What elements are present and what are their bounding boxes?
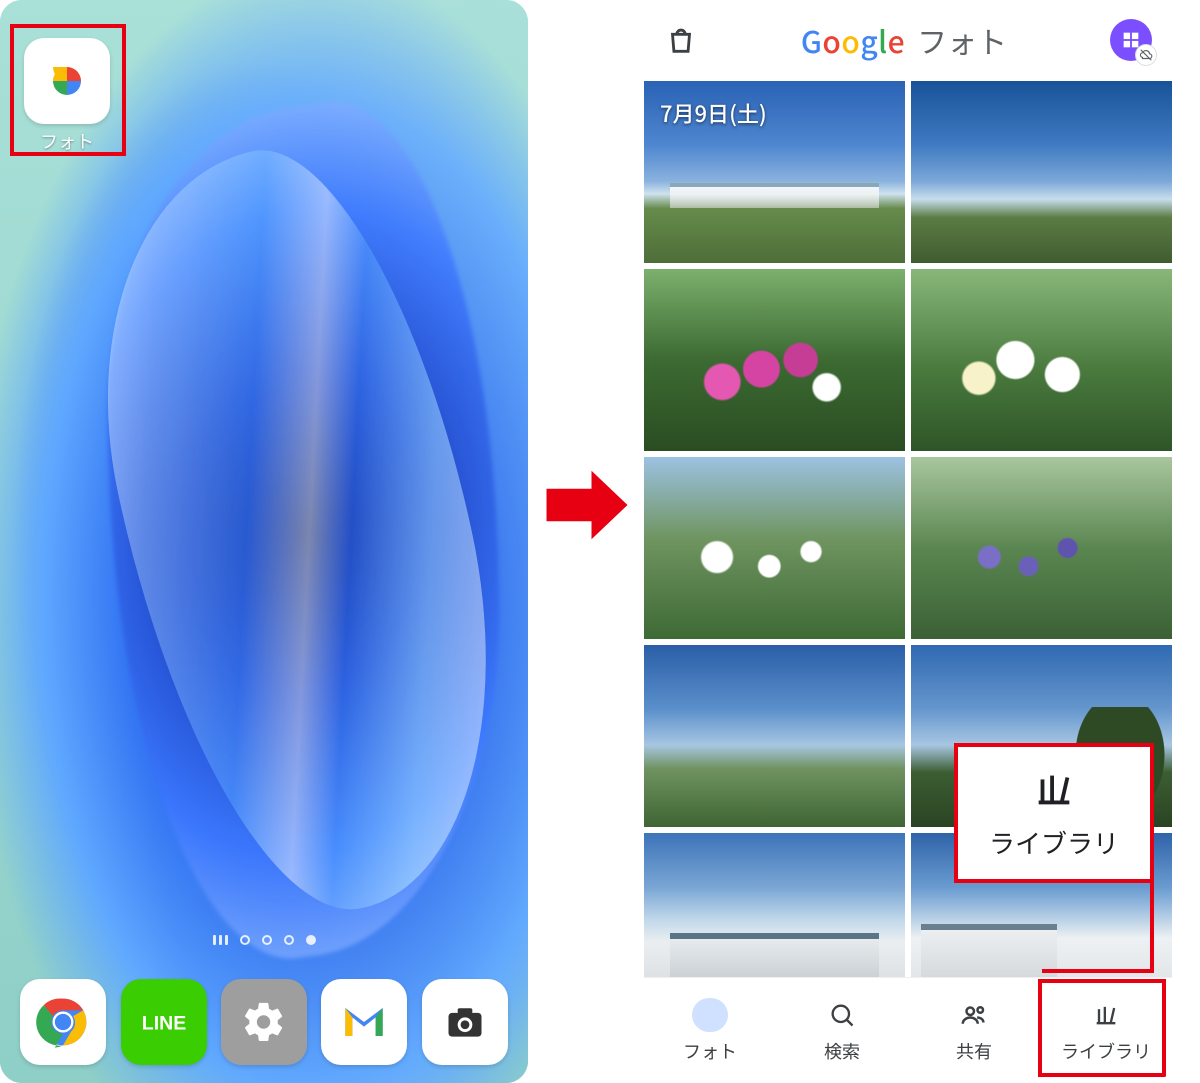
gear-icon <box>241 999 287 1045</box>
chrome-icon <box>35 994 91 1050</box>
library-icon <box>1031 766 1077 812</box>
library-callout-label: ライブラリ <box>989 824 1119 861</box>
people-icon <box>957 998 991 1032</box>
photo-thumbnail[interactable] <box>644 457 905 639</box>
print-store-icon[interactable] <box>664 23 698 57</box>
backup-off-badge-icon <box>1136 45 1156 65</box>
camera-app-icon[interactable] <box>422 979 508 1065</box>
nav-library[interactable]: ライブラリ <box>1040 998 1172 1064</box>
nav-photos[interactable]: フォト <box>644 998 776 1064</box>
photo-thumbnail[interactable] <box>644 833 905 978</box>
phone-home-screen: フォト LINE <box>0 0 528 1083</box>
dock: LINE <box>0 979 528 1065</box>
page-indicator <box>0 935 528 945</box>
nav-label: フォト <box>683 1038 737 1064</box>
gmail-app-icon[interactable] <box>321 979 407 1065</box>
nav-label: 検索 <box>824 1038 860 1064</box>
date-header: 7月9日(土) <box>660 97 767 129</box>
phone-google-photos: Google フォト 7月9日(土) <box>644 0 1172 1083</box>
photo-thumbnail[interactable] <box>644 645 905 827</box>
photo-thumbnail[interactable]: 7月9日(土) <box>644 81 905 263</box>
photo-thumbnail[interactable] <box>911 81 1172 263</box>
app-header: Google フォト <box>644 0 1172 81</box>
gmail-icon <box>336 994 392 1050</box>
camera-icon <box>443 1000 487 1044</box>
account-avatar[interactable] <box>1110 19 1152 61</box>
chrome-app-icon[interactable] <box>20 979 106 1065</box>
svg-text:LINE: LINE <box>141 1013 185 1035</box>
app-title: Google フォト <box>801 18 1007 62</box>
search-icon <box>825 998 859 1032</box>
photo-thumbnail[interactable] <box>911 269 1172 451</box>
nav-label: 共有 <box>956 1038 992 1064</box>
highlight-photos-app-icon <box>10 24 126 156</box>
wallpaper <box>0 0 528 1083</box>
line-icon: LINE <box>138 996 190 1048</box>
line-app-icon[interactable]: LINE <box>121 979 207 1065</box>
settings-app-icon[interactable] <box>221 979 307 1065</box>
photo-thumbnail[interactable] <box>911 457 1172 639</box>
highlight-connector <box>1042 883 1154 973</box>
nav-label: ライブラリ <box>1061 1038 1151 1064</box>
library-callout: ライブラリ <box>954 743 1154 883</box>
image-icon <box>692 998 728 1032</box>
app-title-jp: フォト <box>917 18 1007 62</box>
nav-sharing[interactable]: 共有 <box>908 998 1040 1064</box>
photo-thumbnail[interactable] <box>644 269 905 451</box>
google-wordmark: Google <box>801 18 905 62</box>
nav-search[interactable]: 検索 <box>776 998 908 1064</box>
bottom-nav: フォト 検索 共有 <box>644 977 1172 1083</box>
library-icon <box>1089 998 1123 1032</box>
arrow-right-icon <box>542 460 632 550</box>
